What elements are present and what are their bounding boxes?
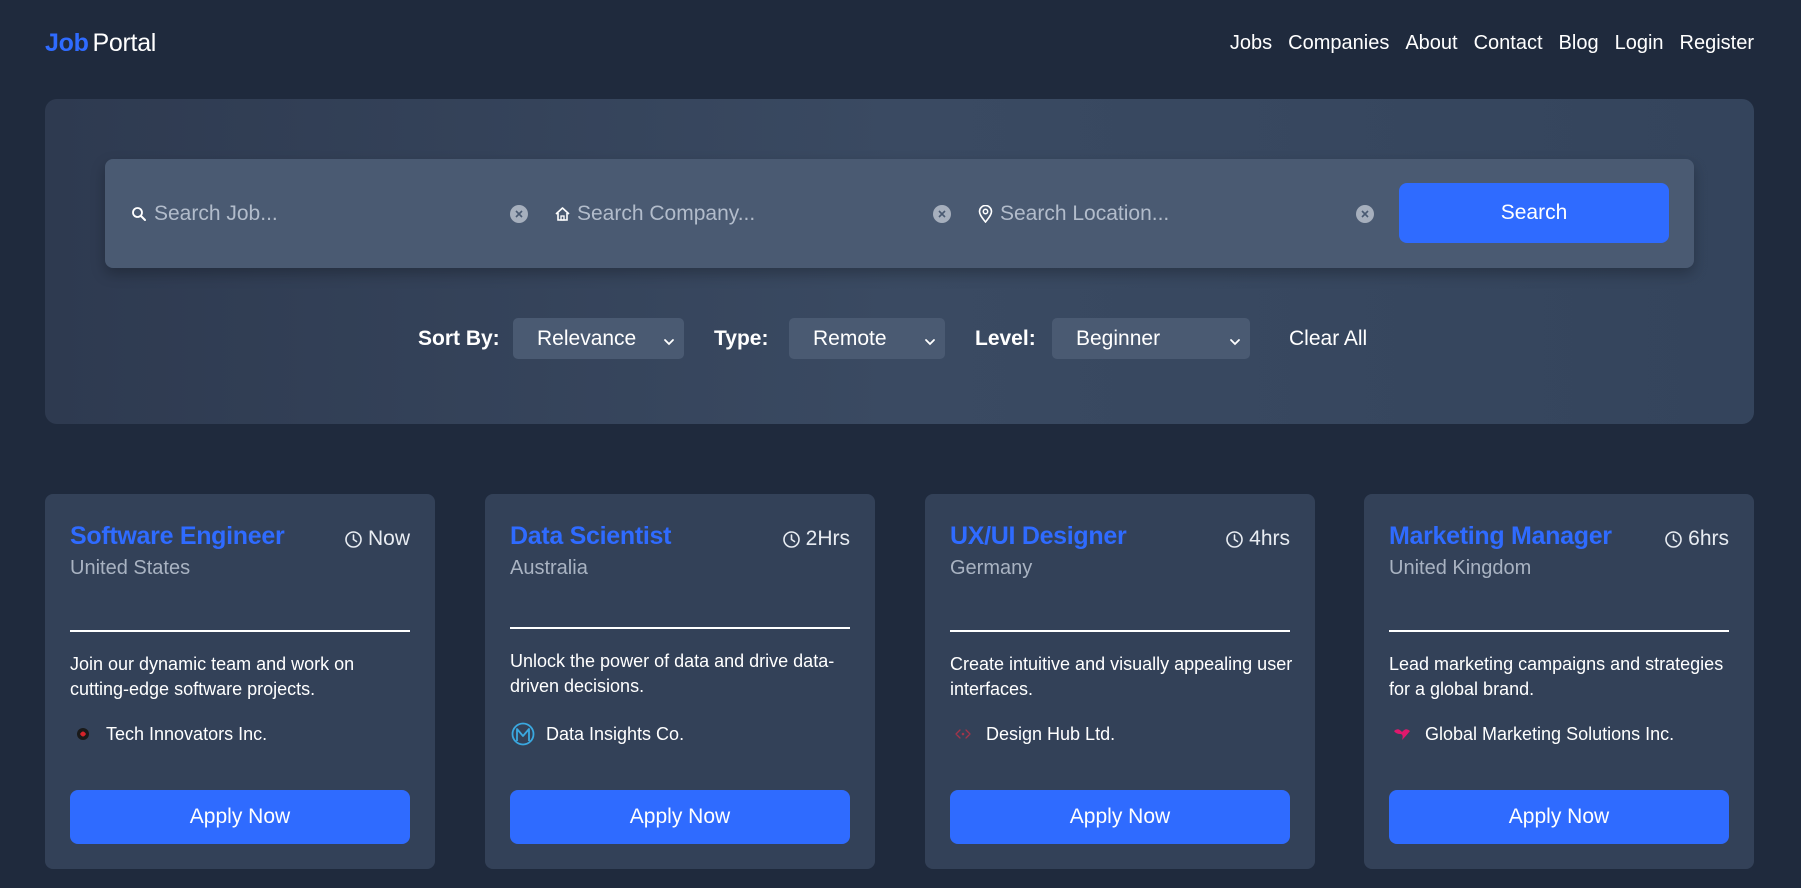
posted-time-value: 6hrs (1688, 527, 1729, 550)
apply-now-button[interactable]: Apply Now (70, 790, 410, 844)
divider (950, 630, 1290, 632)
clear-job-icon[interactable] (510, 205, 528, 223)
clock-icon (782, 530, 801, 549)
company-info: Design Hub Ltd. (950, 721, 1115, 747)
search-icon (130, 205, 148, 223)
level-label: Level: (975, 327, 1036, 350)
job-description: Unlock the power of data and drive data-… (510, 651, 835, 696)
chevron-down-icon (662, 331, 676, 346)
divider (70, 630, 410, 632)
company-info: Data Insights Co. (510, 721, 684, 747)
company-name: Data Insights Co. (546, 723, 685, 744)
apply-now-button[interactable]: Apply Now (1389, 790, 1729, 844)
job-search-input[interactable]: Search Job... (154, 202, 278, 226)
main-nav: Jobs Companies About Contact Blog Login … (1230, 32, 1754, 55)
logo-part-job: Job (45, 28, 89, 57)
job-card: Marketing Manager 6hrs United Kingdom Le… (1364, 494, 1754, 869)
level-value: Beginner (1076, 326, 1161, 350)
apply-now-button[interactable]: Apply Now (510, 790, 850, 844)
divider (510, 627, 850, 629)
nav-companies[interactable]: Companies (1288, 32, 1389, 55)
job-card: Data Scientist 2Hrs Australia Unlock the… (485, 494, 875, 869)
job-location: Australia (510, 557, 588, 579)
company-info: Tech Innovators Inc. (70, 721, 267, 747)
search-bar: Search Job... Search Company... Search L… (105, 159, 1694, 268)
header: Job Portal Jobs Companies About Contact B… (45, 26, 1754, 60)
job-location: United States (70, 557, 191, 579)
home-icon (553, 205, 571, 223)
nav-login[interactable]: Login (1615, 32, 1664, 55)
search-button[interactable]: Search (1399, 183, 1669, 243)
posted-time: 2Hrs (782, 527, 850, 551)
chevron-down-icon (923, 331, 937, 346)
nav-register[interactable]: Register (1680, 32, 1754, 55)
apply-now-button[interactable]: Apply Now (950, 790, 1290, 844)
clear-all-button[interactable]: Clear All (1289, 327, 1367, 351)
job-title[interactable]: Marketing Manager (1389, 522, 1612, 551)
posted-time-value: Now (367, 527, 410, 550)
clock-icon (1664, 530, 1683, 549)
chevron-down-icon (1228, 331, 1242, 346)
logo-part-portal: Portal (92, 28, 157, 57)
location-search-field[interactable]: Search Location... (976, 159, 1346, 268)
design-hub-logo-icon (950, 721, 976, 747)
location-pin-icon (976, 204, 994, 223)
posted-time: 6hrs (1664, 527, 1729, 551)
job-card: UX/UI Designer 4hrs Germany Create intui… (925, 494, 1315, 869)
clock-icon (344, 530, 363, 549)
global-marketing-logo-icon (1389, 721, 1415, 747)
sort-by-value: Relevance (537, 326, 637, 350)
posted-time: Now (344, 527, 410, 551)
job-title[interactable]: Software Engineer (70, 522, 285, 551)
divider (1389, 630, 1729, 632)
job-description: Join our dynamic team and work on cuttin… (70, 654, 355, 699)
posted-time-value: 4hrs (1249, 527, 1290, 550)
company-name: Tech Innovators Inc. (106, 723, 268, 744)
clear-location-icon[interactable] (1356, 205, 1374, 223)
company-name: Design Hub Ltd. (986, 723, 1116, 744)
job-location: United Kingdom (1389, 557, 1532, 579)
company-search-field[interactable]: Search Company... (553, 159, 923, 268)
type-label: Type: (714, 327, 769, 350)
level-select[interactable]: Beginner (1052, 318, 1250, 359)
clock-icon (1225, 530, 1244, 549)
company-info: Global Marketing Solutions Inc. (1389, 721, 1674, 747)
company-search-input[interactable]: Search Company... (577, 202, 755, 226)
nav-about[interactable]: About (1405, 32, 1457, 55)
job-title[interactable]: Data Scientist (510, 522, 671, 551)
logo[interactable]: Job Portal (45, 29, 156, 58)
posted-time-value: 2Hrs (805, 527, 850, 550)
type-select[interactable]: Remote (789, 318, 945, 359)
posted-time: 4hrs (1225, 527, 1290, 551)
nav-blog[interactable]: Blog (1559, 32, 1599, 55)
filters-row: Sort By: Relevance Type: Remote Level: B… (45, 318, 1754, 360)
sort-by-label: Sort By: (418, 327, 500, 350)
location-search-input[interactable]: Search Location... (1000, 202, 1169, 226)
clear-company-icon[interactable] (933, 205, 951, 223)
data-insights-logo-icon (510, 721, 536, 747)
sort-by-select[interactable]: Relevance (513, 318, 684, 359)
search-panel: Search Job... Search Company... Search L… (45, 99, 1754, 424)
job-description: Lead marketing campaigns and strategies … (1389, 654, 1724, 699)
nav-contact[interactable]: Contact (1474, 32, 1543, 55)
tech-innovators-logo-icon (70, 721, 96, 747)
type-value: Remote (813, 326, 887, 350)
job-title[interactable]: UX/UI Designer (950, 522, 1127, 551)
job-search-field[interactable]: Search Job... (130, 159, 500, 268)
company-name: Global Marketing Solutions Inc. (1425, 723, 1675, 744)
job-location: Germany (950, 557, 1033, 579)
job-card: Software Engineer Now United States Join… (45, 494, 435, 869)
job-description: Create intuitive and visually appealing … (950, 654, 1293, 699)
nav-jobs[interactable]: Jobs (1230, 32, 1272, 55)
